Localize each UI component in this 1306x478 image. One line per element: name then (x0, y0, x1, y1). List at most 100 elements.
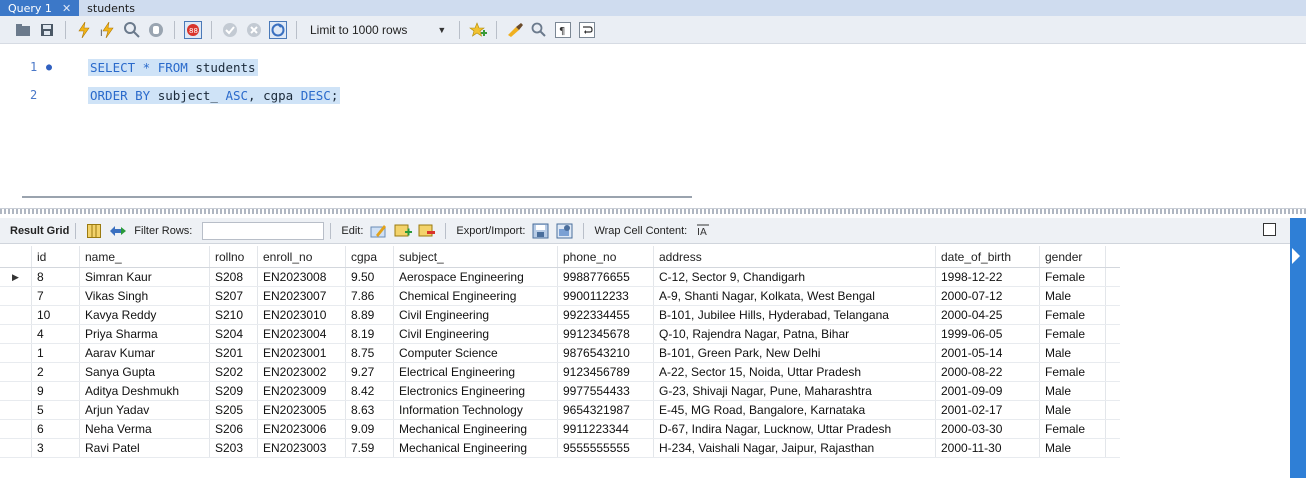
insert-row-icon[interactable] (394, 223, 413, 239)
table-cell[interactable]: 9988776655 (558, 268, 654, 286)
table-cell[interactable]: Electronics Engineering (394, 382, 558, 400)
table-cell[interactable]: Female (1040, 325, 1106, 343)
table-cell[interactable]: EN2023010 (258, 306, 346, 324)
table-cell[interactable]: Mechanical Engineering (394, 439, 558, 457)
table-cell[interactable]: 8.63 (346, 401, 394, 419)
table-cell[interactable]: 9912345678 (558, 325, 654, 343)
table-cell[interactable]: 6 (32, 420, 80, 438)
table-cell[interactable]: 10 (32, 306, 80, 324)
table-cell[interactable]: Female (1040, 268, 1106, 286)
table-row[interactable]: 7 Vikas Singh S207 EN2023007 7.86 Chemical En… (0, 287, 1120, 306)
table-cell[interactable]: 2000-03-30 (936, 420, 1040, 438)
beautify-brush-icon[interactable] (506, 21, 524, 39)
column-header[interactable]: enroll_no (258, 246, 346, 267)
table-cell[interactable]: Sanya Gupta (80, 363, 210, 381)
table-cell[interactable]: S207 (210, 287, 258, 305)
table-cell[interactable]: 7 (32, 287, 80, 305)
table-cell[interactable]: 9555555555 (558, 439, 654, 457)
table-cell[interactable]: 1999-06-05 (936, 325, 1040, 343)
table-cell[interactable]: Female (1040, 420, 1106, 438)
table-cell[interactable]: Male (1040, 287, 1106, 305)
column-header[interactable]: address (654, 246, 936, 267)
table-cell[interactable]: 9654321987 (558, 401, 654, 419)
row-marker[interactable] (0, 401, 32, 419)
table-cell[interactable]: Aditya Deshmukh (80, 382, 210, 400)
table-cell[interactable]: Mechanical Engineering (394, 420, 558, 438)
table-row[interactable]: 4 Priya Sharma S204 EN2023004 8.19 Civil Engi… (0, 325, 1120, 344)
table-cell[interactable]: H-234, Vaishali Nagar, Jaipur, Rajasthan (654, 439, 936, 457)
table-cell[interactable]: G-23, Shivaji Nagar, Pune, Maharashtra (654, 382, 936, 400)
table-cell[interactable]: EN2023007 (258, 287, 346, 305)
execute-icon[interactable] (75, 21, 93, 39)
table-cell[interactable]: B-101, Green Park, New Delhi (654, 344, 936, 362)
table-cell[interactable]: EN2023001 (258, 344, 346, 362)
row-marker[interactable] (0, 382, 32, 400)
table-cell[interactable]: Kavya Reddy (80, 306, 210, 324)
editor-horizontal-scrollbar[interactable] (22, 196, 692, 198)
side-panel-toggle[interactable] (1290, 218, 1306, 478)
table-cell[interactable]: 9876543210 (558, 344, 654, 362)
column-header[interactable]: cgpa (346, 246, 394, 267)
table-cell[interactable]: S205 (210, 401, 258, 419)
table-cell[interactable]: S209 (210, 382, 258, 400)
find-icon[interactable] (530, 21, 548, 39)
delete-row-icon[interactable] (418, 223, 436, 239)
table-cell[interactable]: 8.89 (346, 306, 394, 324)
row-marker[interactable] (0, 325, 32, 343)
explain-icon[interactable] (123, 21, 141, 39)
toggle-stop-on-error-icon[interactable]: 88 (184, 20, 202, 39)
table-cell[interactable]: 3 (32, 439, 80, 457)
table-cell[interactable]: EN2023009 (258, 382, 346, 400)
table-cell[interactable]: 9.27 (346, 363, 394, 381)
close-icon[interactable]: ✕ (62, 2, 71, 15)
table-cell[interactable]: 8 (32, 268, 80, 286)
tab-students[interactable]: students (79, 0, 143, 16)
table-cell[interactable]: EN2023002 (258, 363, 346, 381)
table-cell[interactable]: 5 (32, 401, 80, 419)
current-row-marker-icon[interactable]: ▶ (0, 268, 32, 286)
filter-rows-input[interactable] (202, 221, 325, 240)
table-cell[interactable]: Male (1040, 401, 1106, 419)
panel-toggle-checkbox[interactable] (1263, 223, 1276, 236)
table-cell[interactable]: EN2023005 (258, 401, 346, 419)
table-cell[interactable]: 8.42 (346, 382, 394, 400)
table-cell[interactable]: 2001-02-17 (936, 401, 1040, 419)
table-cell[interactable]: S204 (210, 325, 258, 343)
table-cell[interactable]: Priya Sharma (80, 325, 210, 343)
table-cell[interactable]: EN2023004 (258, 325, 346, 343)
table-cell[interactable]: Male (1040, 439, 1106, 457)
add-snippet-star-icon[interactable] (469, 21, 488, 39)
column-header[interactable]: rollno (210, 246, 258, 267)
table-cell[interactable]: Neha Verma (80, 420, 210, 438)
table-cell[interactable]: 2000-11-30 (936, 439, 1040, 457)
open-folder-icon[interactable] (14, 21, 32, 39)
table-cell[interactable]: 9 (32, 382, 80, 400)
table-row[interactable]: 1 Aarav Kumar S201 EN2023001 8.75 Computer Sc… (0, 344, 1120, 363)
table-cell[interactable]: EN2023003 (258, 439, 346, 457)
table-cell[interactable]: Female (1040, 306, 1106, 324)
table-cell[interactable]: Simran Kaur (80, 268, 210, 286)
table-cell[interactable]: S202 (210, 363, 258, 381)
table-row[interactable]: 3 Ravi Patel S203 EN2023003 7.59 Mechanical E… (0, 439, 1120, 458)
row-marker[interactable] (0, 363, 32, 381)
table-cell[interactable]: 9.50 (346, 268, 394, 286)
table-cell[interactable]: D-67, Indira Nagar, Lucknow, Uttar Prade… (654, 420, 936, 438)
table-cell[interactable]: E-45, MG Road, Bangalore, Karnataka (654, 401, 936, 419)
table-cell[interactable]: 9.09 (346, 420, 394, 438)
column-header[interactable]: phone_no (558, 246, 654, 267)
table-cell[interactable]: Vikas Singh (80, 287, 210, 305)
row-marker[interactable] (0, 287, 32, 305)
table-cell[interactable]: 7.86 (346, 287, 394, 305)
refresh-arrows-icon[interactable] (109, 223, 127, 239)
table-cell[interactable]: 8.75 (346, 344, 394, 362)
table-cell[interactable]: 8.19 (346, 325, 394, 343)
table-cell[interactable]: S206 (210, 420, 258, 438)
panel-splitter[interactable] (0, 208, 1306, 214)
table-cell[interactable]: 1998-12-22 (936, 268, 1040, 286)
import-icon[interactable] (556, 223, 574, 239)
limit-rows-select[interactable]: Limit to 1000 rows ▼ (306, 23, 450, 37)
table-row[interactable]: 5 Arjun Yadav S205 EN2023005 8.63 Information… (0, 401, 1120, 420)
table-cell[interactable]: Aerospace Engineering (394, 268, 558, 286)
column-header[interactable]: subject_ (394, 246, 558, 267)
table-cell[interactable]: 2001-05-14 (936, 344, 1040, 362)
